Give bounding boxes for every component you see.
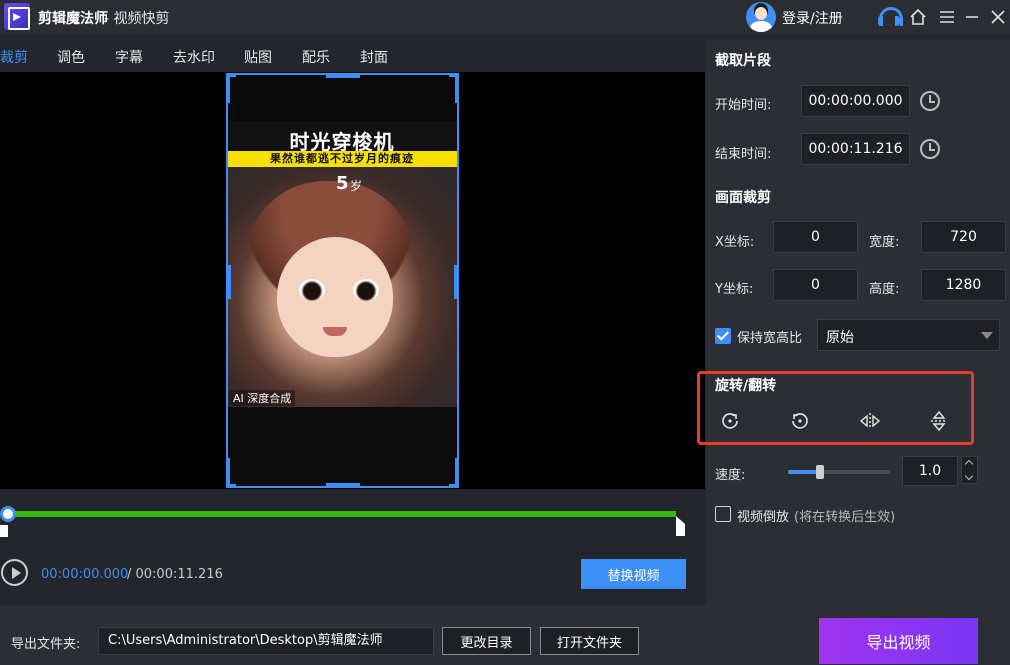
app-logo-icon bbox=[4, 3, 30, 30]
replace-video-button[interactable]: 替换视频 bbox=[581, 559, 686, 589]
export-video-button[interactable]: 导出视频 bbox=[819, 618, 978, 664]
y-coord-label: Y坐标: bbox=[715, 282, 754, 297]
speed-stepper[interactable] bbox=[961, 456, 978, 484]
login-register-link[interactable]: 登录/注册 bbox=[782, 8, 843, 28]
editor-tabs: 裁剪 调色 字幕 去水印 贴图 配乐 封面 bbox=[0, 40, 705, 72]
playhead[interactable] bbox=[0, 506, 16, 522]
tab-remove-watermark[interactable]: 去水印 bbox=[173, 47, 215, 67]
menu-icon[interactable] bbox=[936, 6, 958, 28]
height-label: 高度: bbox=[869, 282, 900, 297]
trim-start-marker[interactable] bbox=[0, 525, 8, 537]
timeline: 00:00:00.000 / 00:00:11.216 替换视频 bbox=[0, 489, 705, 605]
crop-handle[interactable] bbox=[226, 73, 230, 103]
crop-box[interactable] bbox=[226, 73, 459, 488]
speed-input[interactable]: 1.0 bbox=[902, 456, 958, 486]
app-subtitle: - 视频快剪 bbox=[104, 11, 170, 27]
rotate-flip-highlight bbox=[697, 371, 974, 445]
speed-slider-handle[interactable] bbox=[816, 465, 824, 479]
crop-section-title: 画面裁剪 bbox=[715, 190, 771, 206]
reverse-label: 视频倒放 bbox=[737, 510, 790, 525]
aspect-ratio-select[interactable]: 原始 bbox=[817, 319, 1000, 351]
aspect-ratio-value: 原始 bbox=[826, 330, 854, 346]
crop-handle[interactable] bbox=[226, 265, 231, 299]
crop-handle[interactable] bbox=[455, 458, 459, 488]
trim-end-marker[interactable] bbox=[676, 516, 685, 536]
keep-ratio-checkbox[interactable] bbox=[715, 328, 731, 344]
crop-handle[interactable] bbox=[454, 265, 459, 299]
tab-cover[interactable]: 封面 bbox=[360, 47, 388, 67]
speed-label: 速度: bbox=[715, 468, 746, 483]
user-avatar[interactable] bbox=[746, 2, 776, 32]
history-clock-icon[interactable] bbox=[920, 139, 940, 159]
change-directory-button[interactable]: 更改目录 bbox=[442, 627, 531, 655]
start-time-label: 开始时间: bbox=[715, 98, 772, 113]
app-title: 剪辑魔法师 bbox=[38, 11, 108, 27]
tab-sticker[interactable]: 贴图 bbox=[244, 47, 272, 67]
end-time-label: 结束时间: bbox=[715, 147, 772, 162]
app-window: 剪辑魔法师 - 视频快剪 登录/注册 裁剪 调色 字幕 去水印 贴图 配乐 封面… bbox=[0, 0, 1010, 665]
crop-handle[interactable] bbox=[326, 73, 360, 78]
play-icon[interactable] bbox=[1, 559, 28, 586]
open-folder-button[interactable]: 打开文件夹 bbox=[540, 627, 639, 655]
crop-handle[interactable] bbox=[326, 483, 360, 488]
export-path-input[interactable]: C:\Users\Administrator\Desktop\剪辑魔法师 bbox=[98, 627, 434, 655]
current-time: 00:00:00.000 bbox=[41, 567, 129, 582]
export-folder-label: 导出文件夹: bbox=[11, 637, 81, 652]
settings-panel: 截取片段 开始时间: 00:00:00.000 结束时间: 00:00:11.2… bbox=[706, 40, 1010, 605]
chevron-down-icon bbox=[981, 332, 993, 339]
tab-color[interactable]: 调色 bbox=[57, 47, 85, 67]
close-icon[interactable] bbox=[987, 6, 1009, 28]
reverse-checkbox[interactable] bbox=[715, 506, 731, 522]
history-clock-icon[interactable] bbox=[920, 91, 940, 111]
keep-ratio-label: 保持宽高比 bbox=[737, 331, 803, 346]
clip-section-title: 截取片段 bbox=[715, 53, 771, 69]
height-input[interactable]: 1280 bbox=[921, 269, 1006, 301]
end-time-input[interactable]: 00:00:11.216 bbox=[801, 133, 910, 165]
video-preview: 时光穿梭机 果然谁都逃不过岁月的痕迹 5 岁 AI 深度合成 bbox=[0, 72, 705, 489]
width-label: 宽度: bbox=[869, 235, 900, 250]
tab-subtitle[interactable]: 字幕 bbox=[115, 47, 143, 67]
crop-handle[interactable] bbox=[455, 73, 459, 103]
x-coord-input[interactable]: 0 bbox=[773, 221, 858, 253]
footer-bar: 导出文件夹: C:\Users\Administrator\Desktop\剪辑… bbox=[0, 605, 1010, 665]
crop-handle[interactable] bbox=[226, 458, 230, 488]
reverse-note: (将在转换后生效) bbox=[794, 510, 896, 525]
total-time: / 00:00:11.216 bbox=[127, 567, 223, 582]
width-input[interactable]: 720 bbox=[921, 221, 1006, 253]
tab-crop[interactable]: 裁剪 bbox=[0, 47, 28, 67]
x-coord-label: X坐标: bbox=[715, 235, 755, 250]
timeline-track[interactable] bbox=[8, 511, 676, 517]
y-coord-input[interactable]: 0 bbox=[773, 269, 858, 301]
start-time-input[interactable]: 00:00:00.000 bbox=[801, 85, 910, 117]
minimize-icon[interactable] bbox=[961, 6, 983, 28]
title-bar: 剪辑魔法师 - 视频快剪 登录/注册 bbox=[0, 0, 1010, 34]
speed-slider[interactable] bbox=[788, 470, 890, 474]
customer-service-icon[interactable] bbox=[876, 6, 903, 28]
tab-music[interactable]: 配乐 bbox=[302, 47, 330, 67]
home-icon[interactable] bbox=[907, 6, 929, 28]
